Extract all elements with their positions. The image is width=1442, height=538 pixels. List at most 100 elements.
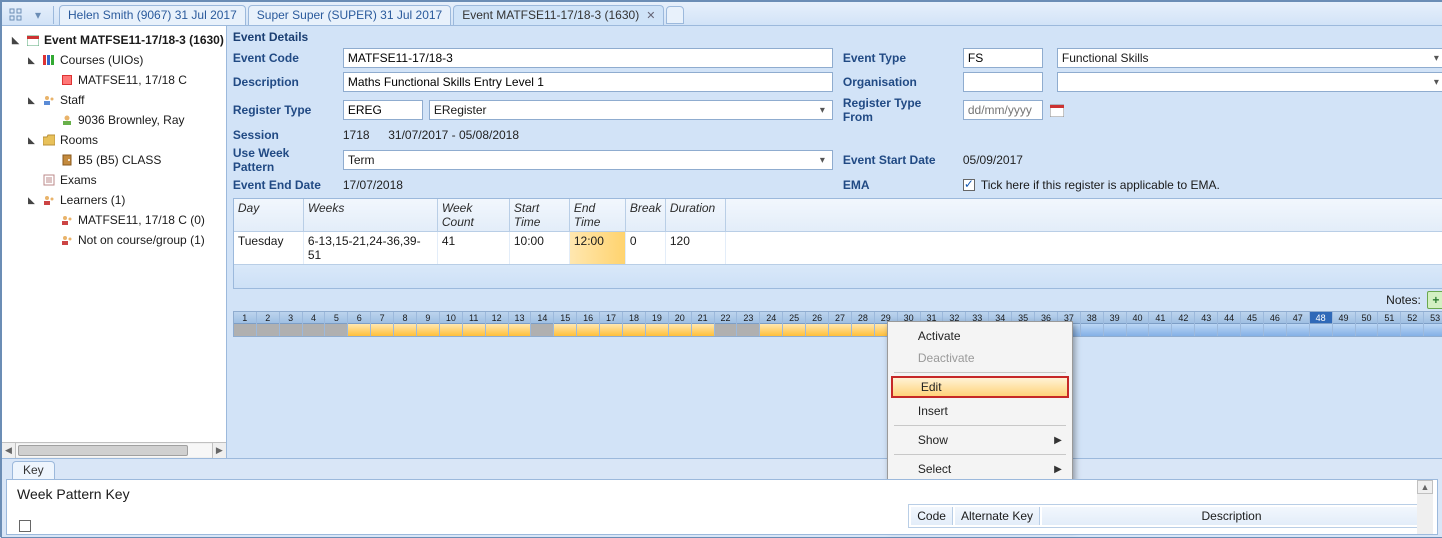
week-cell[interactable]: 53	[1424, 312, 1442, 336]
week-cell[interactable]: 10	[440, 312, 463, 336]
event-type-select[interactable]: Functional Skills ▾	[1057, 48, 1442, 68]
week-cell[interactable]: 27	[829, 312, 852, 336]
week-cell[interactable]: 21	[692, 312, 715, 336]
week-cell[interactable]: 3	[280, 312, 303, 336]
close-icon[interactable]: ✕	[646, 9, 655, 22]
week-cell[interactable]: 46	[1264, 312, 1287, 336]
week-cell[interactable]: 8	[394, 312, 417, 336]
week-cell[interactable]: 26	[806, 312, 829, 336]
col-end-time[interactable]: End Time	[570, 199, 626, 232]
tree-rooms[interactable]: ◣ Rooms	[22, 130, 224, 150]
new-tab-button[interactable]	[666, 6, 684, 24]
week-cell[interactable]: 23	[737, 312, 760, 336]
tree-staff[interactable]: ◣ Staff	[22, 90, 224, 110]
week-cell[interactable]: 7	[371, 312, 394, 336]
week-cell[interactable]: 49	[1333, 312, 1356, 336]
tree-room-item[interactable]: B5 (B5) CLASS	[40, 150, 224, 170]
col-description[interactable]: Description	[1042, 507, 1422, 525]
tree-learner-item[interactable]: Not on course/group (1)	[40, 230, 224, 250]
tree-exams[interactable]: Exams	[22, 170, 224, 190]
scroll-right-icon[interactable]: ▶	[212, 443, 226, 458]
week-cell[interactable]: 9	[417, 312, 440, 336]
week-cell[interactable]: 39	[1104, 312, 1127, 336]
week-cell[interactable]: 15	[554, 312, 577, 336]
week-cell[interactable]: 48	[1310, 312, 1333, 336]
menu-item-select[interactable]: Select▶	[890, 458, 1070, 480]
week-cell[interactable]: 1	[234, 312, 257, 336]
tree-staff-item[interactable]: 9036 Brownley, Ray	[40, 110, 224, 130]
col-break[interactable]: Break	[626, 199, 666, 232]
week-cell[interactable]: 41	[1149, 312, 1172, 336]
week-cell[interactable]: 24	[760, 312, 783, 336]
scroll-thumb[interactable]	[18, 445, 188, 456]
key-checkbox[interactable]	[19, 520, 31, 532]
scroll-up-icon[interactable]: ▲	[1417, 480, 1433, 494]
collapse-icon[interactable]: ◣	[28, 95, 38, 106]
collapse-icon[interactable]: ◣	[28, 135, 38, 146]
chevron-down-icon[interactable]: ▾	[28, 6, 48, 24]
organisation-code-input[interactable]	[963, 72, 1043, 92]
scroll-left-icon[interactable]: ◀	[2, 443, 16, 458]
week-cell[interactable]: 42	[1172, 312, 1195, 336]
week-cell[interactable]: 52	[1401, 312, 1424, 336]
tree-courses[interactable]: ◣ Courses (UIOs)	[22, 50, 224, 70]
ema-checkbox[interactable]: Tick here if this register is applicable…	[963, 178, 1442, 192]
week-cell[interactable]: 38	[1081, 312, 1104, 336]
tree-course-item[interactable]: MATFSE11, 17/18 C	[40, 70, 224, 90]
week-cell[interactable]: 5	[325, 312, 348, 336]
tab-helen-smith[interactable]: Helen Smith (9067) 31 Jul 2017	[59, 5, 246, 25]
event-type-code-input[interactable]	[963, 48, 1043, 68]
table-row[interactable]: Tuesday 6-13,15-21,24-36,39-51 41 10:00 …	[234, 232, 1442, 264]
register-type-from-input[interactable]	[963, 100, 1043, 120]
vertical-scrollbar[interactable]: ▲	[1417, 480, 1433, 534]
week-cell[interactable]: 11	[463, 312, 486, 336]
tab-event-active[interactable]: Event MATFSE11-17/18-3 (1630) ✕	[453, 5, 664, 25]
menu-item-edit[interactable]: Edit	[891, 376, 1069, 398]
collapse-icon[interactable]: ◣	[28, 195, 38, 206]
menu-item-insert[interactable]: Insert	[890, 400, 1070, 422]
calendar-icon[interactable]	[1049, 102, 1065, 118]
use-week-pattern-select[interactable]: Term ▾	[343, 150, 833, 170]
week-cell[interactable]: 18	[623, 312, 646, 336]
col-day[interactable]: Day	[234, 199, 304, 232]
tab-key[interactable]: Key	[12, 461, 55, 479]
col-duration[interactable]: Duration	[666, 199, 726, 232]
week-strip[interactable]: 1234567891011121314151617181920212223242…	[233, 311, 1442, 337]
add-note-button[interactable]: +	[1427, 291, 1442, 309]
week-cell[interactable]: 4	[303, 312, 326, 336]
week-cell[interactable]: 25	[783, 312, 806, 336]
menu-item-activate[interactable]: Activate	[890, 325, 1070, 347]
collapse-icon[interactable]: ◣	[28, 55, 38, 66]
tree-learners[interactable]: ◣ Learners (1)	[22, 190, 224, 210]
tree-horizontal-scrollbar[interactable]: ◀ ▶	[2, 442, 226, 458]
week-cell[interactable]: 47	[1287, 312, 1310, 336]
tab-super-super[interactable]: Super Super (SUPER) 31 Jul 2017	[248, 5, 451, 25]
week-cell[interactable]: 20	[669, 312, 692, 336]
register-type-select[interactable]: ERegister ▾	[429, 100, 833, 120]
week-cell[interactable]: 2	[257, 312, 280, 336]
organisation-select[interactable]: ▾	[1057, 72, 1442, 92]
collapse-icon[interactable]: ◣	[12, 35, 22, 46]
tree-learner-item[interactable]: MATFSE11, 17/18 C (0)	[40, 210, 224, 230]
register-type-code-input[interactable]	[343, 100, 423, 120]
week-cell[interactable]: 16	[577, 312, 600, 336]
week-cell[interactable]: 45	[1241, 312, 1264, 336]
col-week-count[interactable]: Week Count	[438, 199, 510, 232]
week-cell[interactable]: 43	[1195, 312, 1218, 336]
week-cell[interactable]: 19	[646, 312, 669, 336]
week-cell[interactable]: 50	[1356, 312, 1379, 336]
week-cell[interactable]: 51	[1378, 312, 1401, 336]
menu-item-show[interactable]: Show▶	[890, 429, 1070, 451]
week-cell[interactable]: 12	[486, 312, 509, 336]
week-cell[interactable]: 6	[348, 312, 371, 336]
app-grid-icon[interactable]	[6, 6, 26, 24]
col-weeks[interactable]: Weeks	[304, 199, 438, 232]
description-input[interactable]	[343, 72, 833, 92]
week-cell[interactable]: 22	[715, 312, 738, 336]
week-cell[interactable]: 44	[1218, 312, 1241, 336]
event-code-input[interactable]	[343, 48, 833, 68]
tree-root[interactable]: ◣ Event MATFSE11-17/18-3 (1630)	[6, 30, 224, 50]
col-start-time[interactable]: Start Time	[510, 199, 570, 232]
col-alt-key[interactable]: Alternate Key	[955, 507, 1040, 525]
week-cell[interactable]: 13	[509, 312, 532, 336]
